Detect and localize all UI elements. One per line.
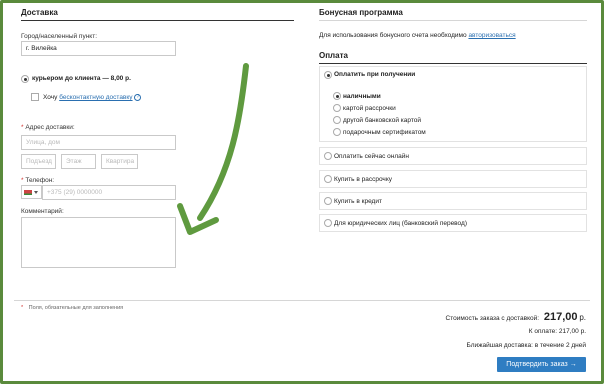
courier-option-label: курьером до клиента — 8,00 р. bbox=[32, 75, 131, 82]
pay-online-label: Оплатить сейчас онлайн bbox=[334, 153, 410, 160]
apartment-input[interactable]: Квартира bbox=[101, 154, 138, 169]
delivery-title-rule bbox=[21, 20, 294, 21]
buy-credit-label: Купить в кредит bbox=[334, 198, 382, 205]
pay-gift-certificate-radio[interactable] bbox=[333, 128, 341, 136]
comment-textarea[interactable] bbox=[21, 217, 176, 268]
required-star: * bbox=[21, 305, 24, 311]
arrow-annotation-icon bbox=[177, 63, 249, 235]
floor-input[interactable]: Этаж bbox=[61, 154, 96, 169]
to-pay-label: К оплате: bbox=[528, 328, 558, 335]
to-pay-value: 217,00 р. bbox=[558, 328, 586, 335]
city-input[interactable]: г. Вилейка bbox=[21, 41, 176, 56]
required-star: * bbox=[21, 177, 24, 184]
bonus-text: Для использования бонусного счета необхо… bbox=[319, 32, 467, 39]
pay-other-card-radio[interactable] bbox=[333, 116, 341, 124]
contactless-checkbox[interactable] bbox=[31, 93, 39, 101]
required-note-text: Поля, обязательные для заполнения bbox=[28, 305, 124, 311]
footer-divider bbox=[14, 300, 590, 301]
buy-installment-label: Купить в рассрочку bbox=[334, 176, 392, 183]
nearest-delivery-row: Ближайшая доставка: в течение 2 дней bbox=[300, 342, 586, 349]
address-label: * Адрес доставки: bbox=[21, 124, 75, 131]
chevron-down-icon bbox=[34, 191, 38, 194]
pay-on-receipt-radio[interactable] bbox=[324, 71, 332, 79]
buy-installment-radio[interactable] bbox=[324, 175, 332, 183]
pay-online-radio[interactable] bbox=[324, 152, 332, 160]
pay-other-card-label: другой банковской картой bbox=[343, 117, 421, 124]
nearest-delivery-label: Ближайшая доставка: bbox=[466, 342, 533, 349]
total-unit: р. bbox=[579, 313, 586, 322]
pay-on-receipt-label: Оплатить при получении bbox=[334, 71, 416, 78]
bonus-text-row: Для использования бонусного счета необхо… bbox=[319, 32, 516, 39]
required-note: * Поля, обязательные для заполнения bbox=[21, 305, 123, 311]
legal-entity-label: Для юридических лиц (банковский перевод) bbox=[334, 220, 467, 227]
total-value: 217,00 bbox=[543, 311, 578, 323]
to-pay-row: К оплате: 217,00 р. bbox=[300, 328, 586, 335]
pay-installment-card-radio[interactable] bbox=[333, 104, 341, 112]
question-icon[interactable]: ? bbox=[134, 94, 142, 101]
address-label-text: Адрес доставки: bbox=[25, 124, 75, 131]
city-label: Город/населенный пункт: bbox=[21, 33, 97, 40]
phone-input[interactable]: +375 (29) 0000000 bbox=[42, 185, 176, 200]
required-star: * bbox=[21, 124, 24, 131]
bonus-title: Бонусная программа bbox=[319, 8, 403, 17]
login-link[interactable]: авторизоваться bbox=[468, 32, 515, 39]
buy-credit-radio[interactable] bbox=[324, 197, 332, 205]
entrance-input[interactable]: Подъезд bbox=[21, 154, 56, 169]
nearest-delivery-value: в течение 2 дней bbox=[534, 342, 586, 349]
phone-label-text: Телефон: bbox=[25, 177, 55, 184]
confirm-order-button[interactable]: Подтвердить заказ → bbox=[497, 357, 586, 372]
contactless-link[interactable]: бесконтактную доставку bbox=[59, 94, 132, 101]
pay-installment-card-label: картой рассрочки bbox=[343, 105, 396, 112]
payment-title: Оплата bbox=[319, 51, 348, 60]
flag-icon bbox=[24, 190, 32, 195]
phone-label: * Телефон: bbox=[21, 177, 54, 184]
comment-label: Комментарий: bbox=[21, 208, 64, 215]
legal-entity-radio[interactable] bbox=[324, 219, 332, 227]
country-select[interactable] bbox=[21, 185, 42, 199]
pay-cash-label: наличными bbox=[343, 93, 381, 100]
courier-radio[interactable] bbox=[21, 75, 29, 83]
bonus-title-rule bbox=[319, 20, 587, 21]
delivery-title: Доставка bbox=[21, 8, 58, 17]
contactless-row: Хочу бесконтактную доставку ? bbox=[43, 94, 142, 102]
street-input[interactable]: Улица, дом bbox=[21, 135, 176, 150]
total-row: Стоимость заказа с доставкой: 217,00 р. bbox=[300, 311, 586, 323]
pay-cash-radio[interactable] bbox=[333, 92, 341, 100]
contactless-prefix: Хочу bbox=[43, 94, 58, 102]
payment-title-rule bbox=[319, 63, 587, 64]
pay-gift-certificate-label: подарочным сертификатом bbox=[343, 129, 426, 136]
total-label: Стоимость заказа с доставкой: bbox=[445, 315, 540, 322]
